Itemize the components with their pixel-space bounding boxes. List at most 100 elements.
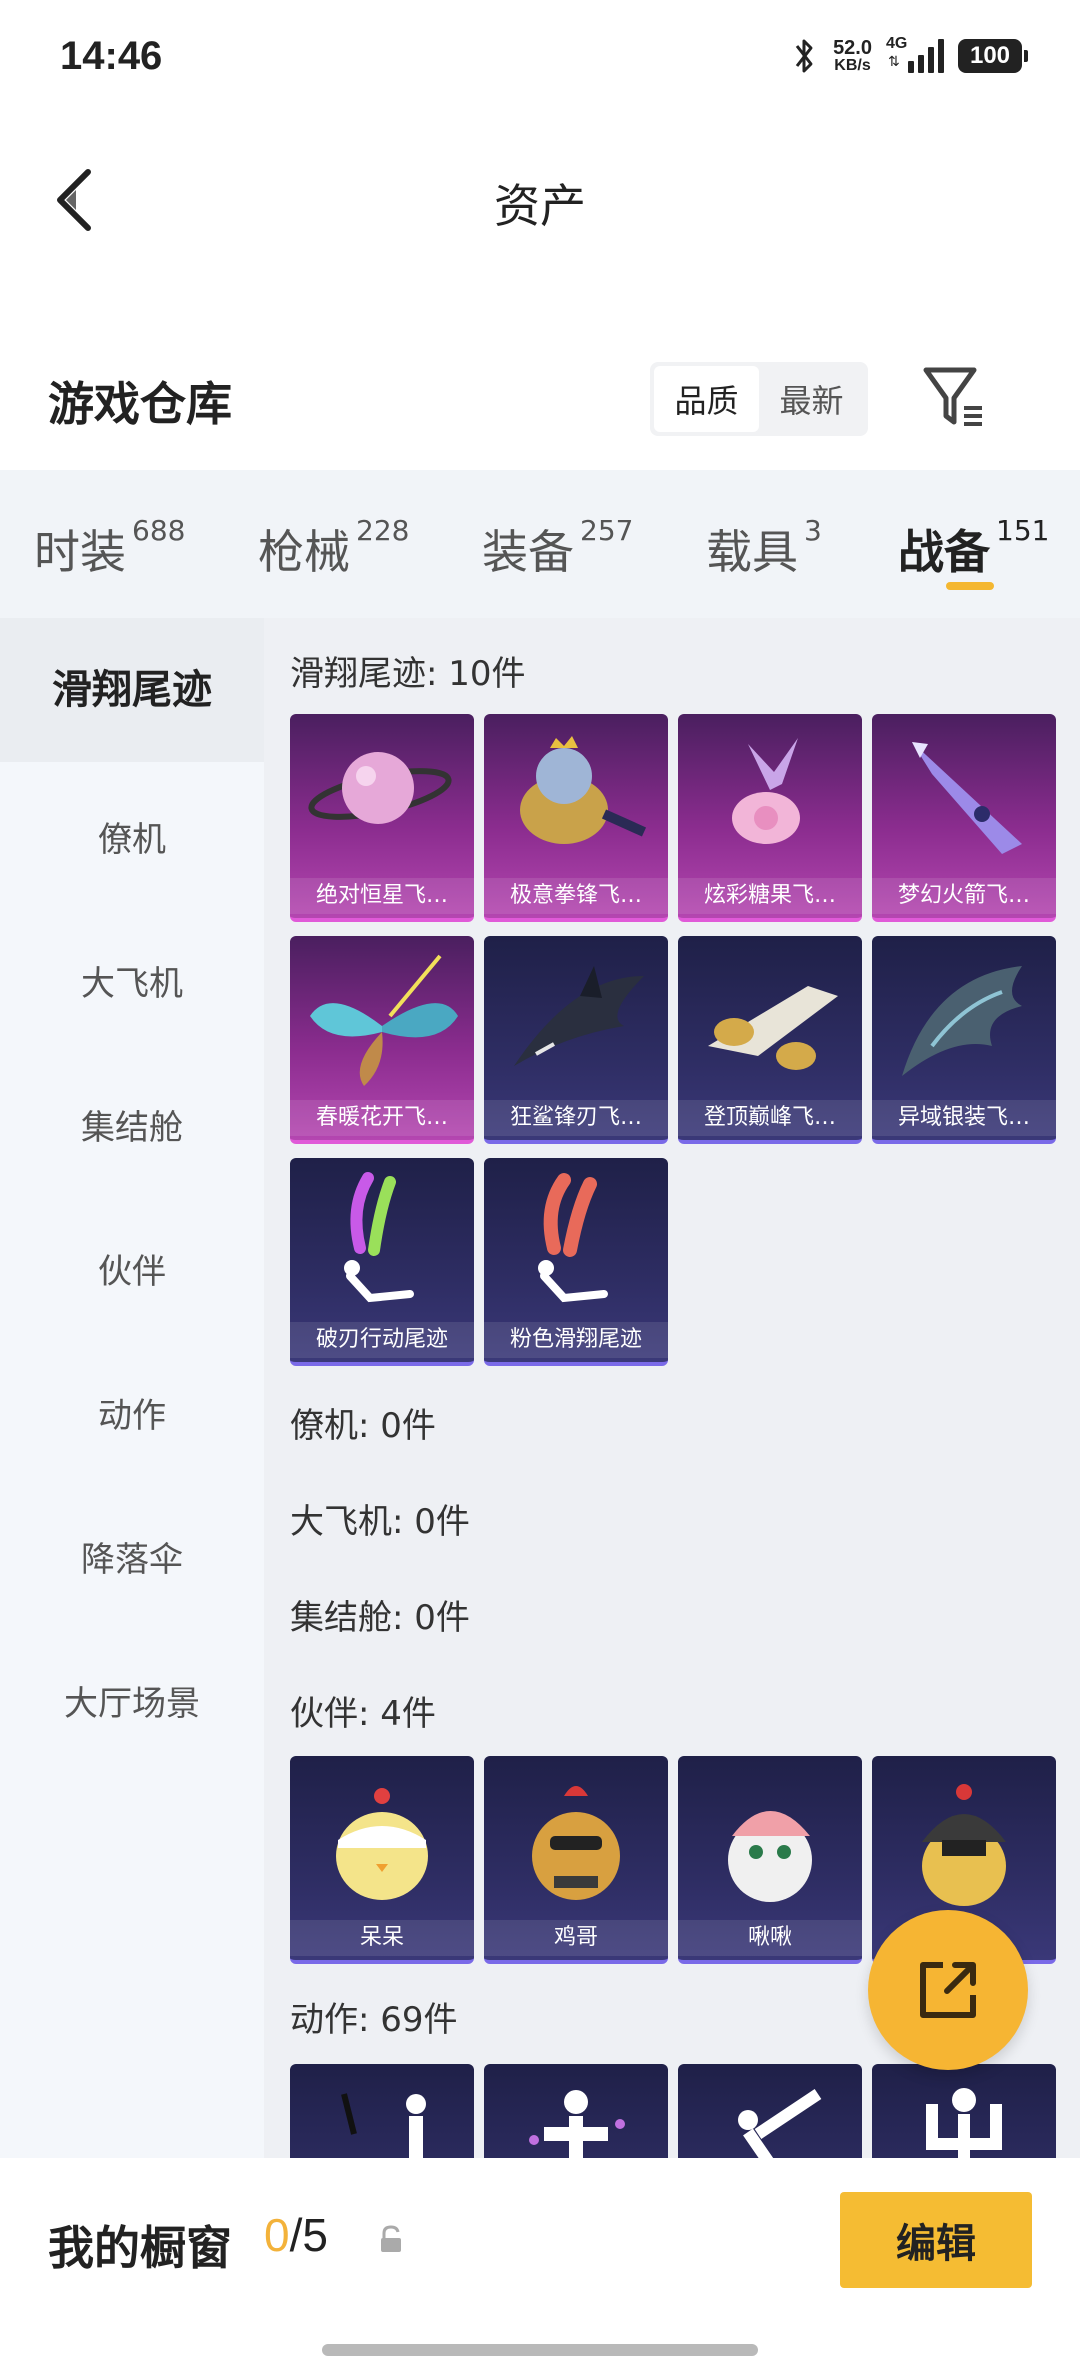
sidebar-item-emote[interactable]: 动作 <box>0 1388 264 1437</box>
category-tabs: 时装 688 枪械 228 装备 257 载具 3 战备 151 <box>0 470 1080 618</box>
sidebar-item-companion[interactable]: 伙伴 <box>0 1244 264 1293</box>
sidebar-item-big-plane[interactable]: 大飞机 <box>0 956 264 1005</box>
tab-label: 战备 <box>898 525 990 579</box>
item-name: 狂鲨锋刃飞… <box>484 1100 668 1136</box>
rocket-trail-icon <box>912 742 1022 854</box>
tab-count: 3 <box>804 514 822 547</box>
item-card[interactable]: 梦幻火箭飞… <box>872 714 1056 922</box>
filter-button[interactable] <box>920 362 988 432</box>
emote-figure-icon <box>529 2090 625 2158</box>
sort-option-newest[interactable]: 最新 <box>759 366 864 432</box>
sidebar: 滑翔尾迹 僚机 大飞机 集结舱 伙伴 动作 降落伞 大厅场景 <box>0 618 264 2158</box>
showcase-current: 0 <box>264 2209 290 2261</box>
edit-button[interactable]: 编辑 <box>840 2192 1032 2288</box>
tab-vehicles[interactable]: 载具 3 <box>706 514 822 582</box>
tab-equipment[interactable]: 装备 257 <box>482 514 633 582</box>
item-card[interactable]: 炫彩糖果飞… <box>678 714 862 922</box>
item-card[interactable]: 极意拳锋飞… <box>484 714 668 922</box>
candy-trail-icon <box>732 738 800 844</box>
tab-weapons[interactable]: 枪械 228 <box>258 514 409 582</box>
item-card[interactable] <box>678 2064 862 2158</box>
item-card[interactable]: 呆呆 <box>290 1756 474 1964</box>
tab-count: 151 <box>996 514 1050 547</box>
status-bar: 14:46 52.0 KB/s 4G ⇅ 100 <box>0 0 1080 120</box>
status-icons: 52.0 KB/s 4G ⇅ 100 <box>789 35 1028 76</box>
item-card[interactable]: 异域银装飞… <box>872 936 1056 1144</box>
page-title: 资产 <box>494 179 586 233</box>
item-name: 粉色滑翔尾迹 <box>484 1322 668 1358</box>
emote-figure-icon <box>738 2089 822 2158</box>
external-link-icon <box>920 1962 976 2018</box>
item-name: 破刃行动尾迹 <box>290 1322 474 1358</box>
section-label-assembly-pod: 集结舱: 0件 <box>290 1598 470 1638</box>
item-name: 啾啾 <box>678 1920 862 1956</box>
lock-icon <box>381 2225 401 2252</box>
sidebar-item-wingman[interactable]: 僚机 <box>0 812 264 861</box>
item-card[interactable]: 啾啾 <box>678 1756 862 1964</box>
filter-icon <box>923 367 982 426</box>
showcase-label: 我的橱窗 <box>48 2221 232 2275</box>
sort-toggle: 品质 最新 <box>650 362 868 436</box>
item-name: 极意拳锋飞… <box>484 878 668 914</box>
item-card[interactable]: 鸡哥 <box>484 1756 668 1964</box>
pink-bird-icon <box>728 1811 812 1902</box>
section-label-emote: 动作: 69件 <box>290 2000 458 2040</box>
net-speed-value: 52.0 <box>833 37 872 59</box>
item-card[interactable]: 春暖花开飞… <box>290 936 474 1144</box>
tab-combat-gear[interactable]: 战备 151 <box>898 514 1050 582</box>
active-tab-indicator <box>946 582 994 590</box>
signal-bar <box>918 55 924 73</box>
tab-label: 枪械 <box>258 525 350 579</box>
home-indicator[interactable] <box>322 2344 758 2356</box>
item-name: 异域银装飞… <box>872 1100 1056 1136</box>
tab-count: 688 <box>132 514 186 547</box>
status-time: 14:46 <box>60 34 163 78</box>
butterfly-trail-icon <box>310 954 458 1086</box>
signal-icon: 4G ⇅ <box>886 35 944 73</box>
item-card[interactable]: 破刃行动尾迹 <box>290 1158 474 1366</box>
network-speed: 52.0 KB/s <box>833 38 872 74</box>
tab-label: 时装 <box>34 525 126 579</box>
share-button[interactable] <box>868 1910 1028 2070</box>
battery-icon: 100 <box>958 39 1028 73</box>
section-label-big-plane: 大飞机: 0件 <box>290 1502 470 1542</box>
warehouse-title: 游戏仓库 <box>48 377 232 431</box>
showcase-total: /5 <box>289 2209 328 2261</box>
net-speed-unit: KB/s <box>834 57 871 74</box>
network-type: 4G <box>886 35 908 52</box>
signal-bar <box>928 47 934 73</box>
emote-figure-icon <box>926 2088 1002 2158</box>
item-card[interactable]: 粉色滑翔尾迹 <box>484 1158 668 1366</box>
item-card[interactable] <box>484 2064 668 2158</box>
header: 资产 <box>0 140 1080 260</box>
bottom-bar: 我的橱窗 0/5 编辑 <box>0 2158 1080 2376</box>
item-card[interactable] <box>872 2064 1056 2158</box>
item-name: 梦幻火箭飞… <box>872 878 1056 914</box>
signal-bar <box>938 39 944 73</box>
planet-trail-icon <box>308 752 452 824</box>
tab-fashion[interactable]: 时装 688 <box>34 514 186 582</box>
chick-icon <box>336 1788 428 1900</box>
sidebar-item-parachute[interactable]: 降落伞 <box>0 1532 264 1581</box>
item-card[interactable]: 绝对恒星飞… <box>290 714 474 922</box>
elephant-trail-icon <box>520 736 647 844</box>
section-label-glide-trail: 滑翔尾迹: 10件 <box>290 654 526 694</box>
sidebar-item-glide-trail[interactable]: 滑翔尾迹 <box>0 618 264 762</box>
smoke-trail-icon <box>538 1173 608 1303</box>
item-card[interactable] <box>290 2064 474 2158</box>
battery-level: 100 <box>969 42 1011 69</box>
item-name: 炫彩糖果飞… <box>678 878 862 914</box>
item-card[interactable]: 狂鲨锋刃飞… <box>484 936 668 1144</box>
sidebar-item-lobby-scene[interactable]: 大厅场景 <box>0 1676 264 1725</box>
sort-option-quality[interactable]: 品质 <box>654 366 759 432</box>
shark-trail-icon <box>514 966 644 1066</box>
bluetooth-icon <box>795 39 813 73</box>
item-name: 绝对恒星飞… <box>290 878 474 914</box>
showcase-count: 0/5 <box>264 2208 328 2262</box>
item-card[interactable]: 登顶巅峰飞… <box>678 936 862 1144</box>
section-label-wingman: 僚机: 0件 <box>290 1406 436 1446</box>
sidebar-item-assembly-pod[interactable]: 集结舱 <box>0 1100 264 1149</box>
item-name: 鸡哥 <box>484 1920 668 1956</box>
tab-label: 载具 <box>706 525 798 579</box>
smoke-trail-icon <box>344 1172 414 1303</box>
